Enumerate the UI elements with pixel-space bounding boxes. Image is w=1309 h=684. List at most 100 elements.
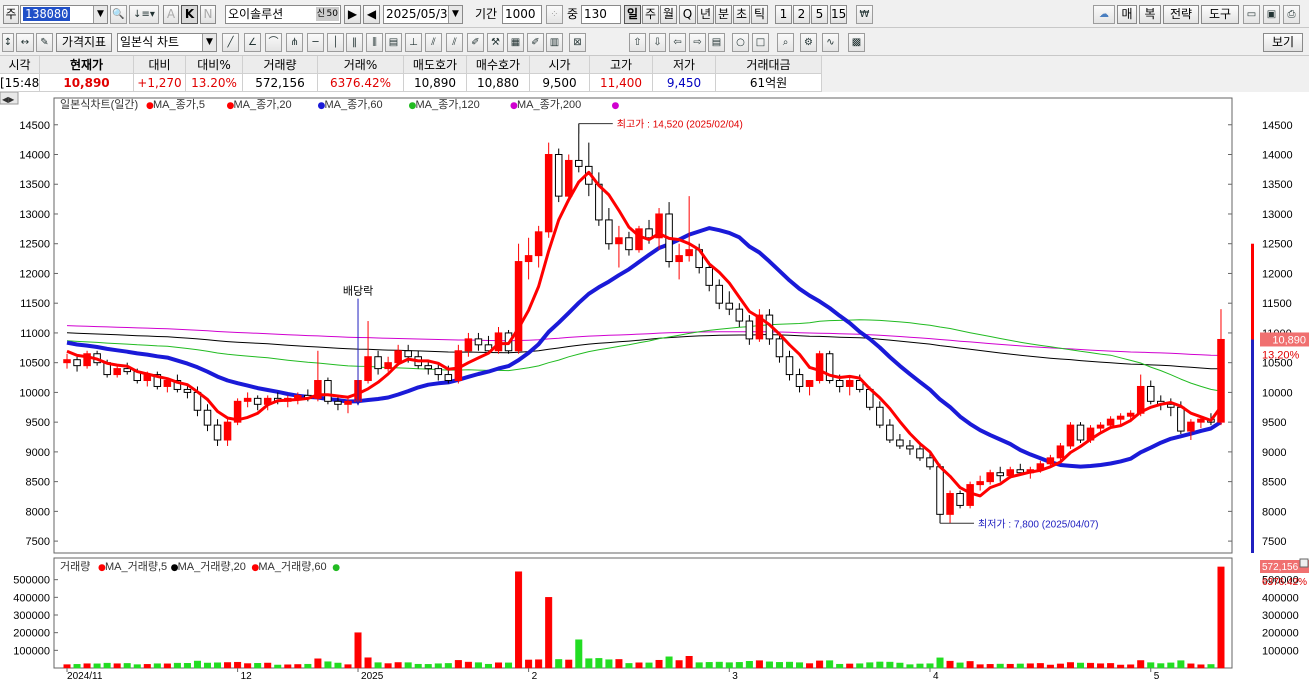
- volume-bar-35: [414, 663, 422, 669]
- stock-name-field[interactable]: 오이솔루션 신 50: [225, 5, 341, 24]
- circle-icon[interactable]: ○: [732, 33, 749, 52]
- channel-icon[interactable]: ⫽: [425, 33, 442, 52]
- chart-type-select[interactable]: 일본식 차트 ▼: [117, 33, 217, 52]
- settings-icon[interactable]: ⚙: [800, 33, 817, 52]
- volume-bar-93: [996, 663, 1004, 669]
- interval-button-5[interactable]: 분: [715, 5, 732, 24]
- rectangle-icon[interactable]: □: [752, 33, 769, 52]
- prev-arrow-button[interactable]: ◀: [363, 5, 380, 24]
- price-indicator-button[interactable]: 가격지표: [56, 33, 112, 52]
- market-type-button[interactable]: 주: [3, 5, 19, 24]
- folder-icon[interactable]: ▭: [1243, 5, 1260, 24]
- print-icon[interactable]: ⎙: [1283, 5, 1300, 24]
- interval-button-4[interactable]: 년: [697, 5, 714, 24]
- date-picker[interactable]: 2025/05/30 ▼: [383, 5, 463, 24]
- quote-header-current-price: 현재가: [40, 56, 134, 74]
- count-input[interactable]: 130: [581, 5, 621, 24]
- next-arrow-button[interactable]: ▶: [344, 5, 361, 24]
- volume-bar-53: [595, 658, 603, 669]
- fibonacci-icon[interactable]: ▤: [385, 33, 402, 52]
- calendar-dropdown-icon[interactable]: ▼: [448, 6, 462, 23]
- interval-button-11[interactable]: 15: [830, 5, 847, 24]
- andrews-icon[interactable]: ⊥: [405, 33, 422, 52]
- quote-header-bid-price: 매수호가: [467, 56, 530, 74]
- search-icon[interactable]: 🔍: [110, 5, 127, 24]
- pattern-icon[interactable]: ▩: [848, 33, 865, 52]
- volume-bar-90: [966, 661, 974, 669]
- volume-bar-62: [685, 656, 693, 669]
- y-tick-label-left-0: 14500: [19, 120, 50, 132]
- fan-line-icon[interactable]: ⋔: [286, 33, 303, 52]
- wave-icon[interactable]: ∿: [822, 33, 839, 52]
- note-icon[interactable]: ✐: [527, 33, 544, 52]
- interval-button-7[interactable]: 틱: [751, 5, 768, 24]
- candle-body-103: [1096, 424, 1105, 429]
- parallel-line-icon[interactable]: ‖: [346, 33, 363, 52]
- delete-icon[interactable]: ⊠: [569, 33, 586, 52]
- legend-item-1: MA_종가,20: [234, 98, 292, 111]
- interval-button-8[interactable]: 1: [775, 5, 792, 24]
- color-icon[interactable]: ▦: [507, 33, 524, 52]
- interval-button-3[interactable]: Q: [679, 5, 696, 24]
- volume-bar-59: [655, 659, 663, 669]
- channel2-icon[interactable]: ⫽: [446, 33, 463, 52]
- trend-line-icon[interactable]: ╱: [222, 33, 239, 52]
- y-tick-label-left-9: 10000: [19, 387, 50, 399]
- save-icon[interactable]: ▣: [1263, 5, 1280, 24]
- candle-body-93: [996, 472, 1004, 477]
- chart-area[interactable]: ◀▶ 14500 14500 14000 14000 13500 13500 13000 130…: [0, 92, 1309, 684]
- table-icon[interactable]: ▥: [546, 33, 563, 52]
- vertical-line-icon[interactable]: │: [327, 33, 344, 52]
- toolbar-right-button-2[interactable]: 전략: [1163, 5, 1199, 24]
- right-arrow-icon[interactable]: ⇨: [689, 33, 706, 52]
- toolbar-right-button-1[interactable]: 복: [1139, 5, 1161, 24]
- chart-type-dropdown-icon[interactable]: ▼: [202, 34, 216, 51]
- drawing-toolbar: ↕ ↔ ✎ 가격지표 일본식 차트 ▼ ╱ ∠ ⌒ ⋔ ─ │ ‖ ⫼ ▤ ⊥ ⫽ ⫽ ✐ ⚒ ▦ ✐ ▥ ⊠ ⇧ ⇩…: [0, 28, 1309, 56]
- interval-button-1[interactable]: 주: [642, 5, 659, 24]
- toolbar-right-button-0[interactable]: 매: [1117, 5, 1137, 24]
- arc-icon[interactable]: ⌒: [265, 33, 282, 52]
- candle-body-98: [1046, 457, 1055, 465]
- volume-bar-48: [545, 597, 553, 669]
- a-button[interactable]: A: [163, 5, 179, 24]
- interval-button-10[interactable]: 5: [811, 5, 828, 24]
- quote-header-time: 시각: [0, 56, 40, 74]
- cloud-icon[interactable]: ☁: [1093, 5, 1115, 24]
- volume-bar-91: [976, 664, 984, 669]
- leftright-icon[interactable]: ↔: [16, 33, 34, 52]
- volume-bar-20: [264, 662, 272, 669]
- toolbar-right-button-3[interactable]: 도구: [1201, 5, 1239, 24]
- interval-button-2[interactable]: 월: [660, 5, 677, 24]
- link-icon[interactable]: ⁘: [546, 5, 563, 24]
- edit-icon[interactable]: ✎: [36, 33, 53, 52]
- left-arrow-icon[interactable]: ⇦: [669, 33, 686, 52]
- horizontal-line-icon[interactable]: ─: [307, 33, 324, 52]
- period-input[interactable]: 1000: [502, 5, 542, 24]
- cycle-line-icon[interactable]: ⫼: [366, 33, 383, 52]
- up-arrow-icon[interactable]: ⇧: [629, 33, 646, 52]
- stock-code-input[interactable]: 138080 ▼: [20, 5, 108, 24]
- updown-icon[interactable]: ↕: [2, 33, 14, 52]
- list-icon[interactable]: ▤: [708, 33, 725, 52]
- n-button[interactable]: N: [200, 5, 216, 24]
- interval-button-6[interactable]: 초: [733, 5, 750, 24]
- grid-settings-icon[interactable]: ₩: [856, 5, 873, 24]
- volume-bar-72: [785, 661, 794, 669]
- candle-body-36: [424, 365, 433, 370]
- dropdown-arrow-icon[interactable]: ▼: [93, 6, 107, 23]
- candle-body-43: [494, 332, 503, 352]
- view-button[interactable]: 보기: [1263, 33, 1303, 52]
- zoom-icon[interactable]: ⌕: [777, 33, 794, 52]
- k-button[interactable]: K: [181, 5, 198, 24]
- sort-icon[interactable]: ↓≡▾: [129, 5, 159, 24]
- volume-bar-78: [846, 663, 854, 669]
- quote-value-time: [15:48]: [0, 74, 40, 92]
- interval-button-9[interactable]: 2: [793, 5, 810, 24]
- interval-button-0[interactable]: 일: [624, 5, 641, 24]
- down-arrow-icon[interactable]: ⇩: [649, 33, 666, 52]
- angle-line-icon[interactable]: ∠: [244, 33, 261, 52]
- volume-bar-110: [1167, 662, 1175, 669]
- tools-icon[interactable]: ⚒: [487, 33, 504, 52]
- candlestick-chart[interactable]: ◀▶ 14500 14500 14000 14000 13500 13500 13000 130…: [0, 92, 1309, 684]
- pen-icon[interactable]: ✐: [467, 33, 484, 52]
